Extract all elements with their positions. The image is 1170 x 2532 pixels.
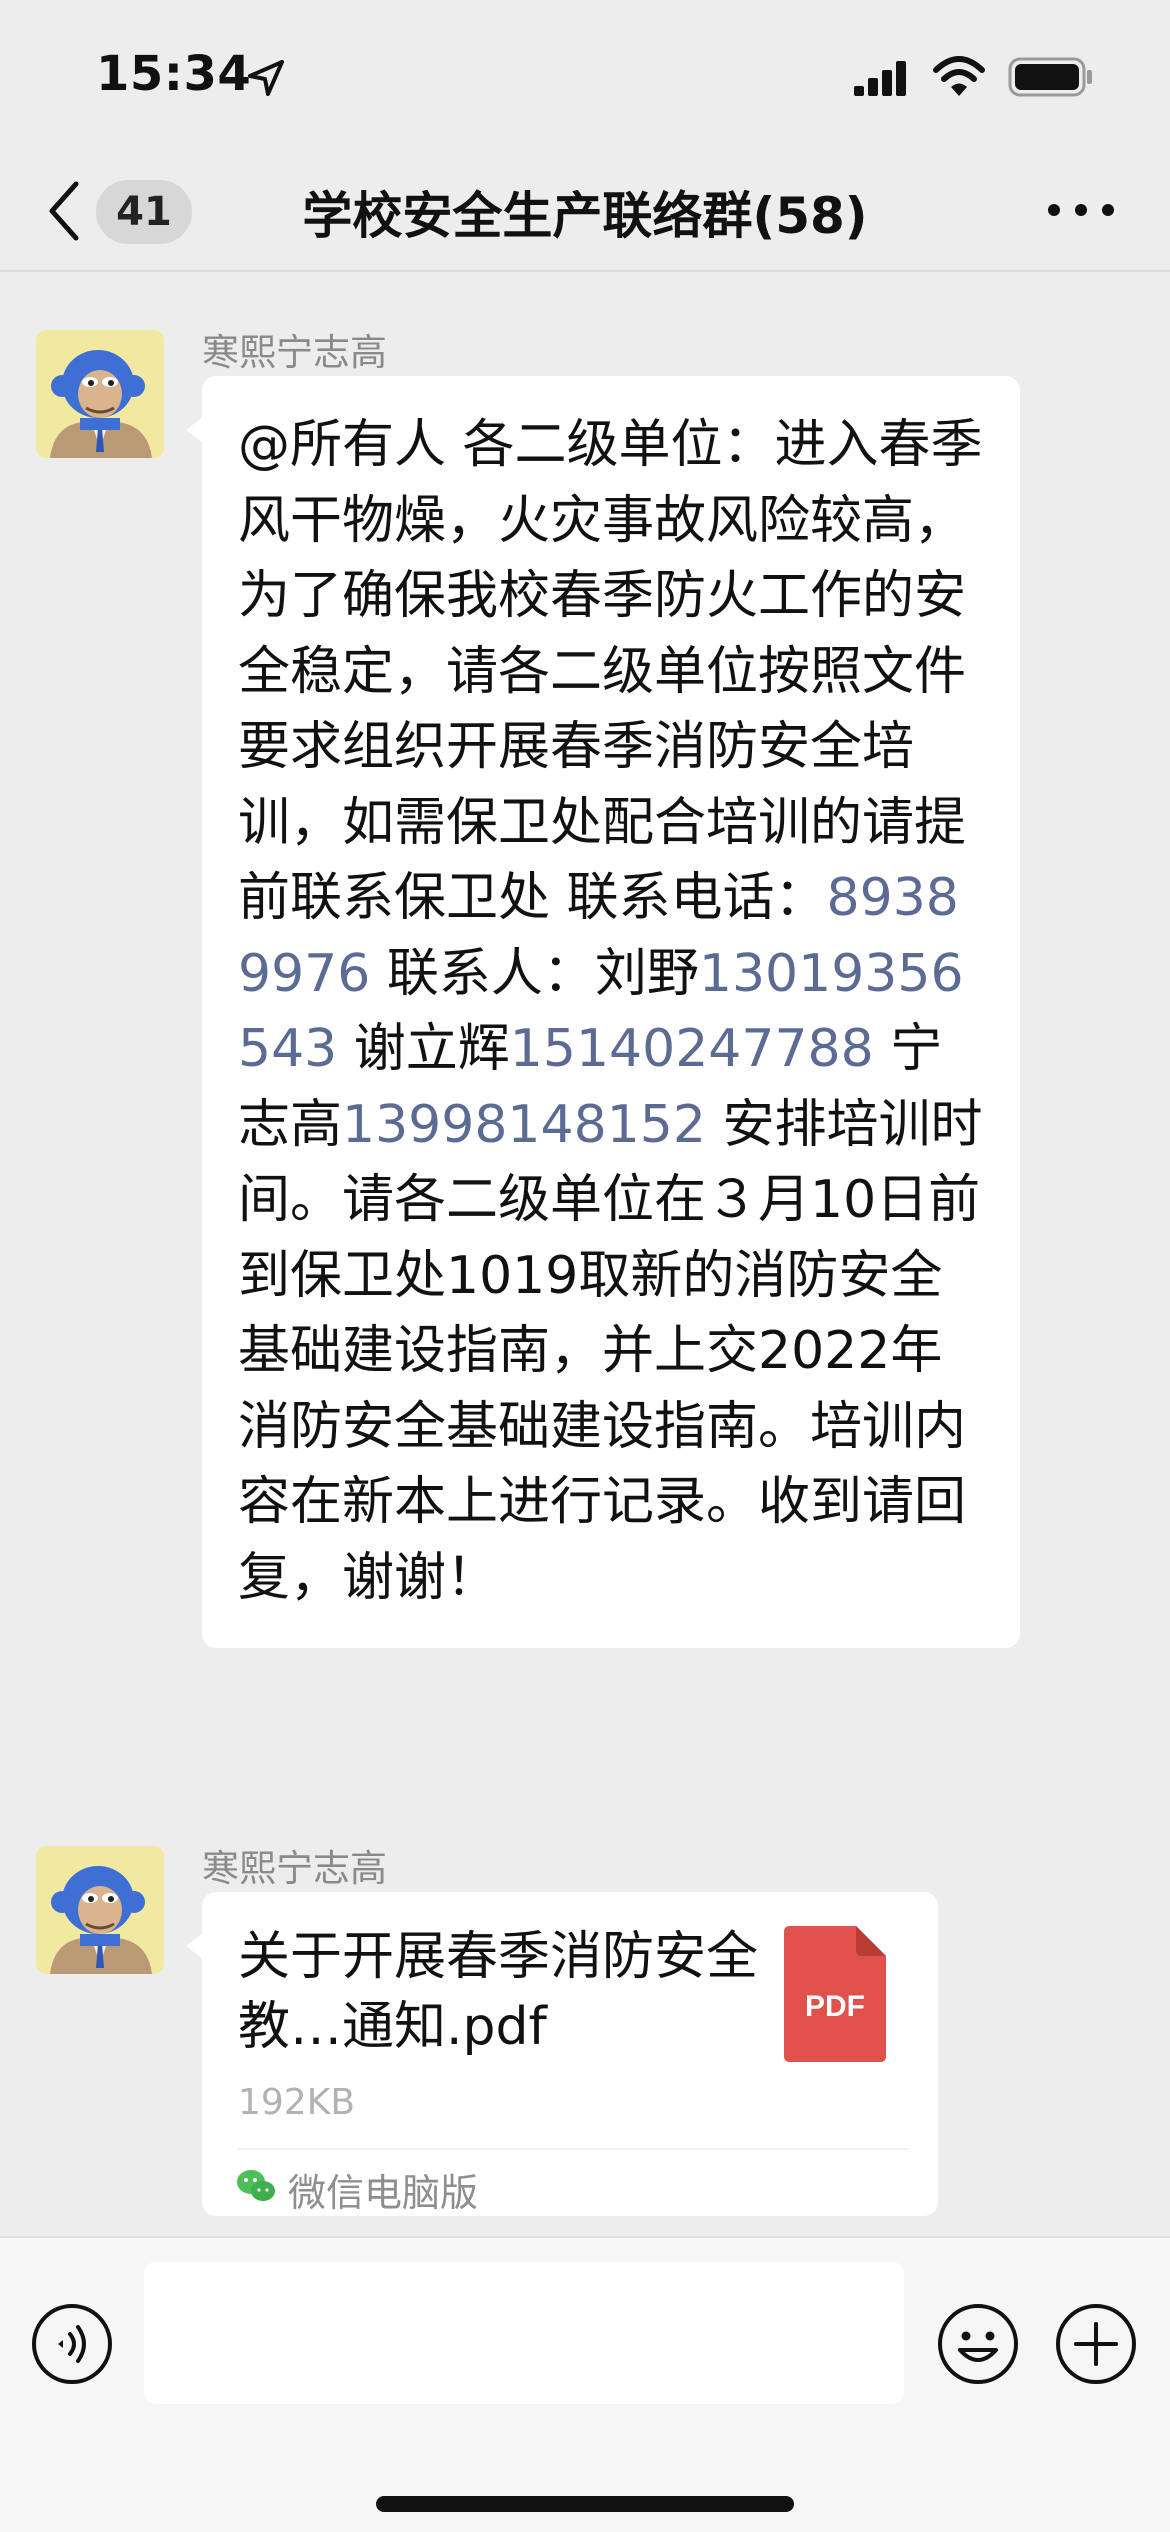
cellular-signal-icon (854, 61, 906, 96)
file-name: 关于开展春季消防安全教…通知.pdf (238, 1927, 759, 2057)
location-arrow-icon (248, 60, 284, 96)
avatar[interactable] (36, 1846, 164, 1974)
chat-nav-bar: 41 学校安全生产联络群(58) (0, 150, 1170, 272)
status-bar: 15:34 (0, 0, 1170, 150)
phone-link[interactable]: 15140247788 (510, 1019, 874, 1079)
chat-title: 学校安全生产联络群(58) (302, 187, 868, 245)
ape-avatar-icon (36, 330, 164, 458)
avatar[interactable] (36, 330, 164, 458)
wechat-icon (237, 2170, 275, 2201)
back-chevron-icon[interactable] (44, 178, 84, 244)
plus-icon[interactable] (1054, 2302, 1138, 2386)
emoji-icon[interactable] (936, 2302, 1020, 2386)
home-indicator (376, 2496, 794, 2512)
message-text: @所有人 各二级单位：进入春季风干物燥，火灾事故风险较高，为了确保我校春季防火工… (238, 408, 990, 1616)
message-text-segment: 联系人：刘野 (370, 943, 699, 1004)
ape-avatar-icon (36, 1846, 164, 1974)
pdf-badge-text: PDF (805, 1990, 865, 2023)
phone-link[interactable]: 13998148152 (342, 1095, 706, 1155)
file-message-bubble[interactable]: 关于开展春季消防安全教…通知.pdf 192KB PDF 微信电脑版 (186, 1892, 938, 2216)
sender-name: 寒熙宁志高 (202, 331, 387, 374)
input-bar (0, 2236, 1170, 2532)
more-icon[interactable] (1046, 198, 1116, 222)
voice-icon[interactable] (30, 2302, 114, 2386)
message-input[interactable] (144, 2262, 904, 2404)
wifi-icon (933, 56, 985, 96)
message-text-segment: 安排培训时间。请各二级单位在３月10日前到保卫处1019取新的消防安全基础建设指… (238, 1094, 983, 1608)
text-message-bubble[interactable]: @所有人 各二级单位：进入春季风干物燥，火灾事故风险较高，为了确保我校春季防火工… (186, 376, 1020, 1648)
file-size: 192KB (238, 2082, 356, 2123)
file-divider (238, 2148, 908, 2150)
battery-icon (1008, 57, 1092, 97)
message-text-segment: 谢立辉 (337, 1019, 510, 1079)
message-text-segment: @所有人 各二级单位：进入春季风干物燥，火灾事故风险较高，为了确保我校春季防火工… (238, 415, 983, 928)
sender-name: 寒熙宁志高 (202, 1847, 387, 1890)
pdf-file-icon: PDF (784, 1926, 886, 2062)
file-source-label: 微信电脑版 (288, 2171, 479, 2215)
status-time: 15:34 (96, 46, 252, 102)
